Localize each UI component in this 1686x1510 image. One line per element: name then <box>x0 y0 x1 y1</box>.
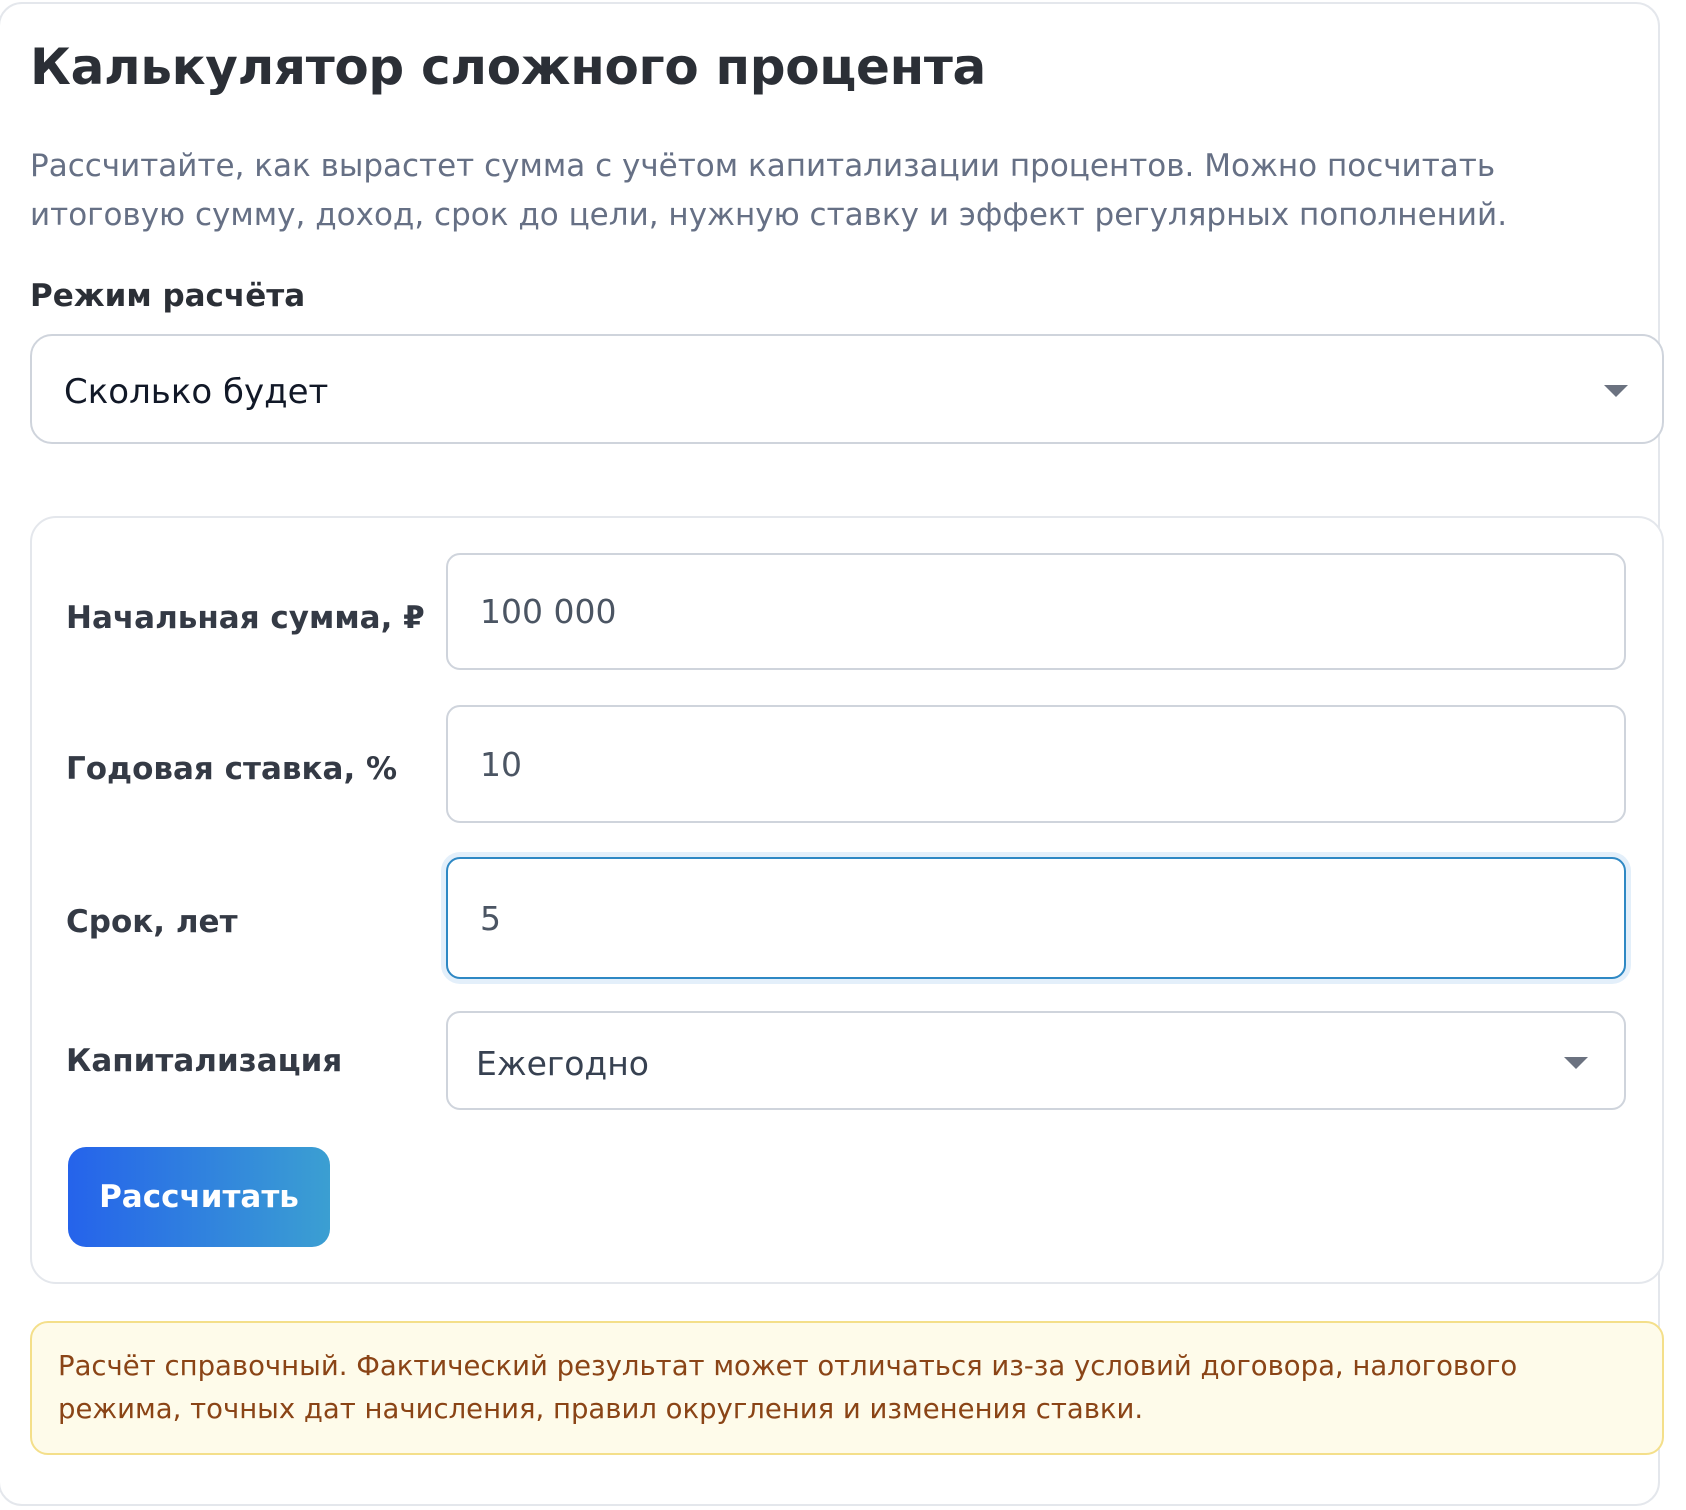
capitalization-select[interactable]: Ежегодно <box>446 1011 1626 1110</box>
page-title: Калькулятор сложного процента <box>30 38 986 96</box>
mode-select-value: Сколько будет <box>64 372 329 412</box>
annual-rate-label: Годовая ставка, % <box>66 751 398 787</box>
capitalization-select-value: Ежегодно <box>476 1044 649 1083</box>
capitalization-label: Капитализация <box>66 1043 343 1079</box>
chevron-down-icon <box>1564 1057 1588 1069</box>
annual-rate-input[interactable] <box>446 705 1626 823</box>
disclaimer-notice: Расчёт справочный. Фактический результат… <box>30 1321 1664 1455</box>
term-years-input[interactable] <box>446 857 1626 979</box>
initial-amount-input[interactable] <box>446 553 1626 670</box>
page-description: Рассчитайте, как вырастет сумма с учётом… <box>30 148 1508 233</box>
mode-label: Режим расчёта <box>30 278 306 314</box>
calculate-button[interactable]: Рассчитать <box>68 1147 330 1247</box>
mode-select[interactable]: Сколько будет <box>30 334 1664 444</box>
initial-amount-label: Начальная сумма, ₽ <box>66 600 425 636</box>
chevron-down-icon <box>1604 385 1628 397</box>
term-years-label: Срок, лет <box>66 904 238 940</box>
